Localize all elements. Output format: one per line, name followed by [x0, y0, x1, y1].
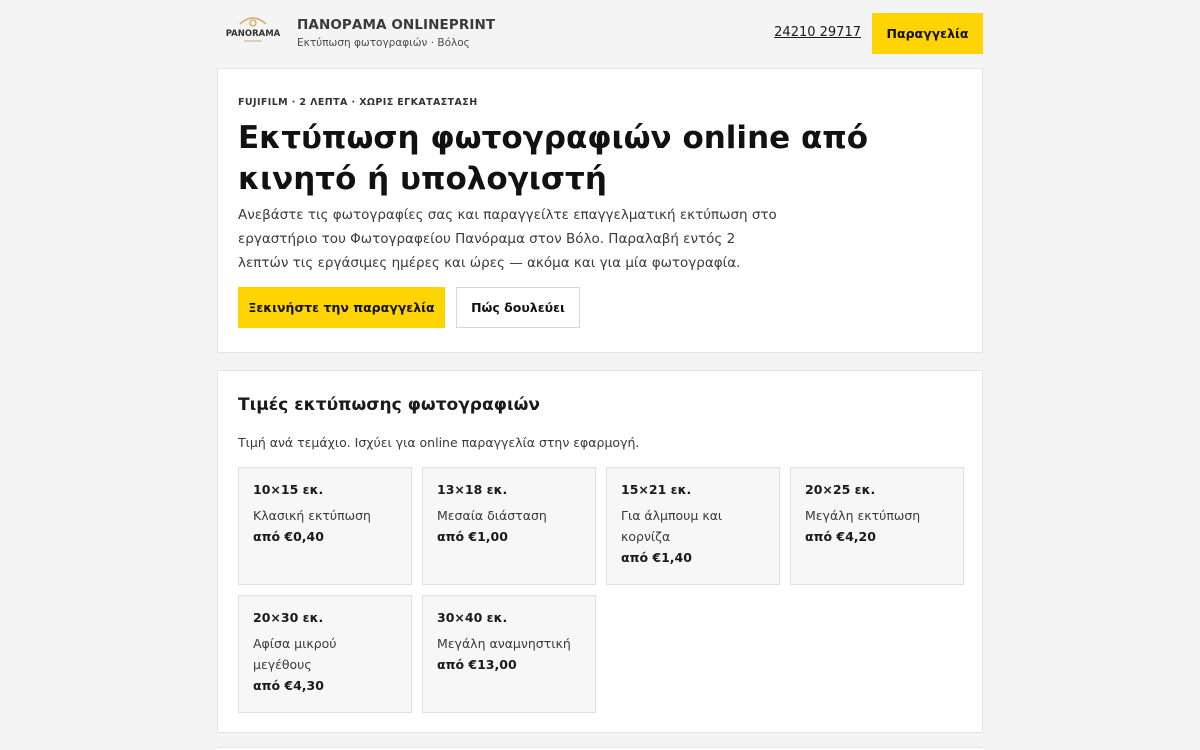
price-size: 13×18 εκ.	[437, 482, 508, 497]
start-order-button[interactable]: Ξεκινήστε την παραγγελία	[238, 287, 445, 328]
price-card-10x15[interactable]: 10×15 εκ. Κλασική εκτύπωση από €0,40	[238, 467, 412, 585]
hero-eyebrow: FUJIFILM · 2 ΛΕΠΤΑ · ΧΩΡΙΣ ΕΓΚΑΤΑΣΤΑΣΗ	[238, 97, 478, 108]
price-description: Μεγάλη αναμνηστική	[437, 636, 571, 651]
phone-link[interactable]: 24210 29717	[774, 25, 861, 40]
price-value: από €0,40	[253, 529, 324, 544]
site-header: PANORAMA ΠΑΝΟΡΑΜΑ ONLINEPRINT Εκτύπωση φ…	[217, 0, 983, 68]
price-description: Κλασική εκτύπωση	[253, 508, 371, 523]
price-value: από €1,40	[621, 550, 692, 565]
price-card-13x18[interactable]: 13×18 εκ. Μεσαία διάσταση από €1,00	[422, 467, 596, 585]
hero-card: FUJIFILM · 2 ΛΕΠΤΑ · ΧΩΡΙΣ ΕΓΚΑΤΑΣΤΑΣΗ Ε…	[217, 68, 983, 353]
hero-description: Ανεβάστε τις φωτογραφίες σας και παραγγε…	[238, 207, 777, 271]
how-it-works-button[interactable]: Πώς δουλεύει	[456, 287, 580, 328]
price-card-30x40[interactable]: 30×40 εκ. Μεγάλη αναμνηστική από €13,00	[422, 595, 596, 713]
order-button[interactable]: Παραγγελία	[872, 13, 983, 54]
prices-note: Τιμή ανά τεμάχιο. Ισχύει για online παρα…	[238, 435, 640, 450]
brand-subtitle: Εκτύπωση φωτογραφιών · Βόλος	[297, 37, 470, 49]
logo-text: PANORAMA	[226, 29, 281, 39]
price-description: Μεγάλη εκτύπωση	[805, 508, 921, 523]
price-card-20x25[interactable]: 20×25 εκ. Μεγάλη εκτύπωση από €4,20	[790, 467, 964, 585]
price-value: από €4,20	[805, 529, 876, 544]
price-size: 30×40 εκ.	[437, 610, 508, 625]
price-value: από €4,30	[253, 678, 324, 693]
price-value: από €1,00	[437, 529, 508, 544]
price-size: 10×15 εκ.	[253, 482, 324, 497]
price-grid: 10×15 εκ. Κλασική εκτύπωση από €0,40 13×…	[238, 467, 964, 713]
price-value: από €13,00	[437, 657, 517, 672]
price-card-20x30[interactable]: 20×30 εκ. Αφίσα μικρού μεγέθους από €4,3…	[238, 595, 412, 713]
panorama-logo[interactable]: PANORAMA	[222, 14, 284, 52]
brand-title: ΠΑΝΟΡΑΜΑ ONLINEPRINT	[297, 17, 496, 33]
price-description: Μεσαία διάσταση	[437, 508, 547, 523]
price-description: Για άλμπουμ και κορνίζα	[621, 508, 723, 544]
price-size: 15×21 εκ.	[621, 482, 692, 497]
price-description: Αφίσα μικρού μεγέθους	[253, 636, 337, 672]
price-size: 20×25 εκ.	[805, 482, 876, 497]
prices-title: Τιμές εκτύπωσης φωτογραφιών	[238, 395, 540, 415]
prices-card: Τιμές εκτύπωσης φωτογραφιών Τιμή ανά τεμ…	[217, 370, 983, 733]
price-size: 20×30 εκ.	[253, 610, 324, 625]
hero-title: Εκτύπωση φωτογραφιών online από κινητό ή…	[238, 120, 869, 197]
price-card-15x21[interactable]: 15×21 εκ. Για άλμπουμ και κορνίζα από €1…	[606, 467, 780, 585]
